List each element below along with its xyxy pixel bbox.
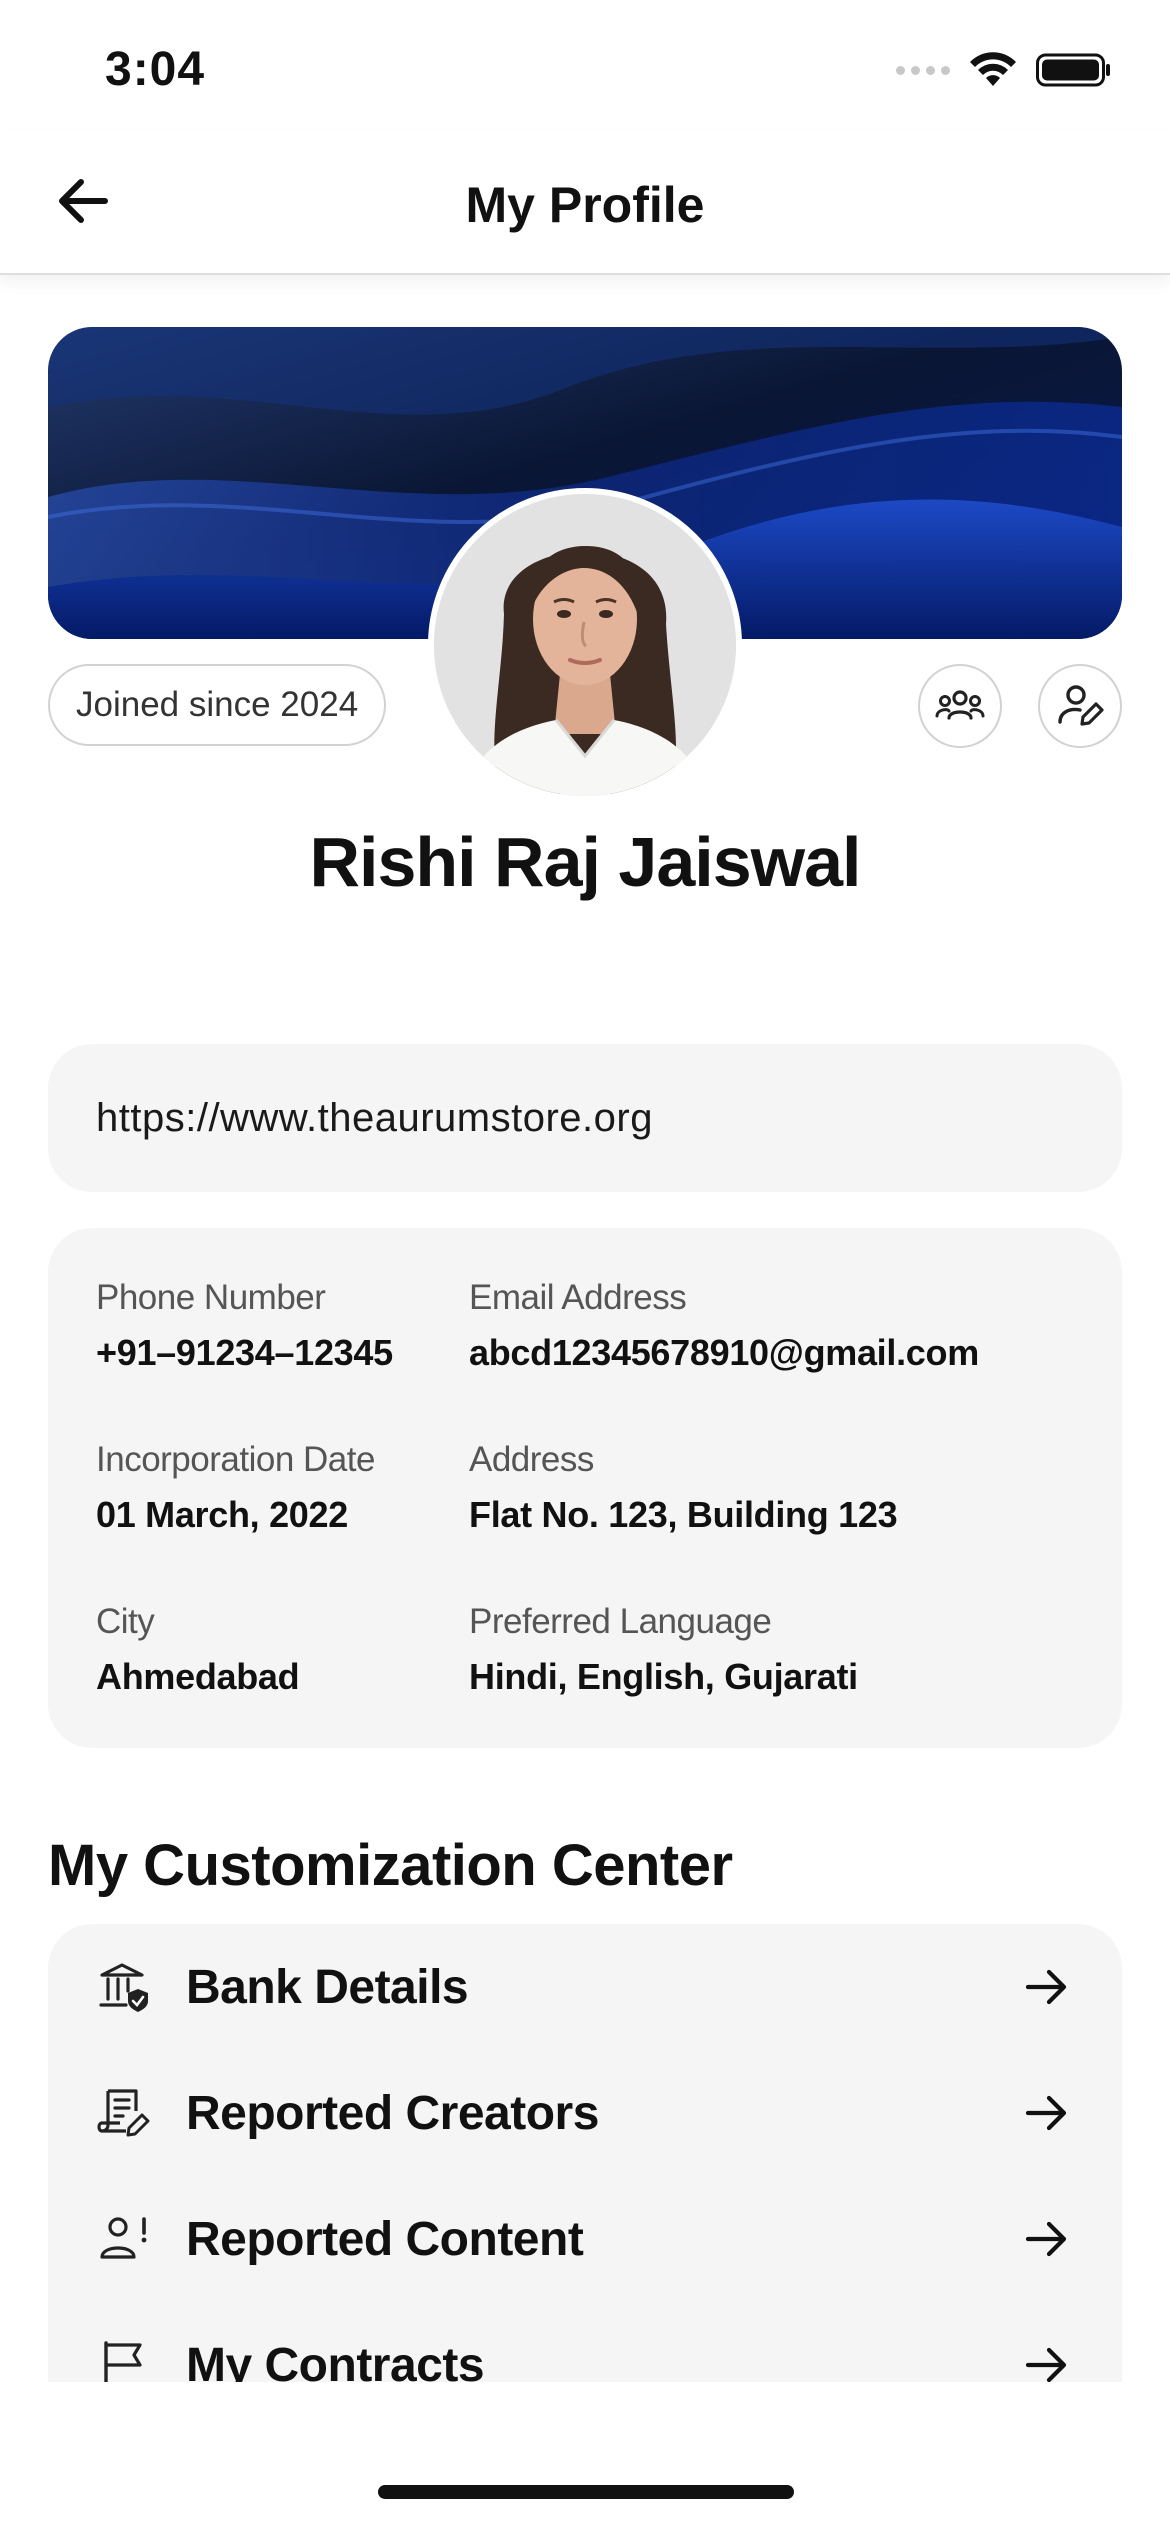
joined-since-badge: Joined since 2024: [48, 664, 387, 746]
section-title: My Customization Center: [48, 1833, 733, 1898]
menu-item-label: My Contracts: [186, 2338, 485, 2385]
address-field: Address Flat No. 123, Building 123: [469, 1440, 898, 1536]
nav-bar: My Profile: [0, 130, 1170, 275]
preferred-language-field: Preferred Language Hindi, English, Gujar…: [469, 1602, 858, 1698]
website-url[interactable]: https://www.theaurumstore.org: [96, 1096, 653, 1141]
followers-button[interactable]: [918, 664, 1002, 748]
arrow-right-icon: [1022, 2088, 1072, 2138]
menu-item-bank-details[interactable]: Bank Details: [48, 1924, 1122, 2050]
phone-number-field: Phone Number +91–91234–12345: [96, 1278, 393, 1374]
website-link-card[interactable]: https://www.theaurumstore.org: [48, 1044, 1122, 1192]
page-title: My Profile: [465, 177, 705, 233]
info-label: Incorporation Date: [96, 1440, 375, 1479]
incorporation-date-field: Incorporation Date 01 March, 2022: [96, 1440, 375, 1536]
info-value: abcd12345678910@gmail.com: [469, 1332, 979, 1373]
info-label: Address: [469, 1440, 594, 1479]
user-alert-icon: [96, 2211, 152, 2267]
arrow-right-icon: [1022, 2340, 1072, 2384]
edit-profile-button[interactable]: [1038, 664, 1122, 748]
customization-menu: Bank Details Reported Creators Reported …: [48, 1924, 1122, 2384]
report-edit-icon: [96, 2085, 152, 2141]
wifi-icon: [970, 52, 1016, 86]
info-value: 01 March, 2022: [96, 1494, 348, 1535]
arrow-right-icon: [1022, 2214, 1072, 2264]
menu-item-reported-content[interactable]: Reported Content: [48, 2176, 1122, 2302]
info-label: Preferred Language: [469, 1602, 772, 1641]
info-value: Hindi, English, Gujarati: [469, 1656, 858, 1697]
profile-screen: 3:04 My Profile Joined since 2024 Rishi …: [0, 0, 1170, 2532]
city-field: City Ahmedabad: [96, 1602, 300, 1698]
menu-item-reported-creators[interactable]: Reported Creators: [48, 2050, 1122, 2176]
user-edit-icon: [1058, 685, 1104, 726]
profile-name: Rishi Raj Jaiswal: [309, 823, 861, 901]
menu-item-my-contracts[interactable]: My Contracts: [48, 2302, 1122, 2384]
bottom-safe-area: [0, 2382, 1170, 2532]
info-value: Ahmedabad: [96, 1656, 300, 1697]
arrow-right-icon: [1022, 1962, 1072, 2012]
profile-avatar[interactable]: [428, 488, 742, 802]
people-group-icon: [935, 690, 985, 720]
bank-shield-icon: [96, 1959, 152, 2015]
menu-item-label: Reported Creators: [186, 2086, 599, 2140]
menu-item-label: Bank Details: [186, 1960, 469, 2014]
info-label: Phone Number: [96, 1278, 326, 1317]
menu-item-label: Reported Content: [186, 2212, 584, 2266]
status-time: 3:04: [105, 43, 206, 96]
info-value: Flat No. 123, Building 123: [469, 1494, 898, 1535]
signal-dots-icon: [896, 65, 950, 75]
info-value: +91–91234–12345: [96, 1332, 393, 1373]
status-icons: [896, 52, 1112, 88]
battery-icon: [1036, 53, 1110, 87]
home-indicator[interactable]: [378, 2485, 794, 2499]
profile-details-card: Phone Number +91–91234–12345 Email Addre…: [48, 1228, 1122, 1748]
flag-icon: [96, 2337, 152, 2384]
info-label: City: [96, 1602, 155, 1641]
email-address-field: Email Address abcd12345678910@gmail.com: [469, 1278, 979, 1374]
info-label: Email Address: [469, 1278, 687, 1317]
